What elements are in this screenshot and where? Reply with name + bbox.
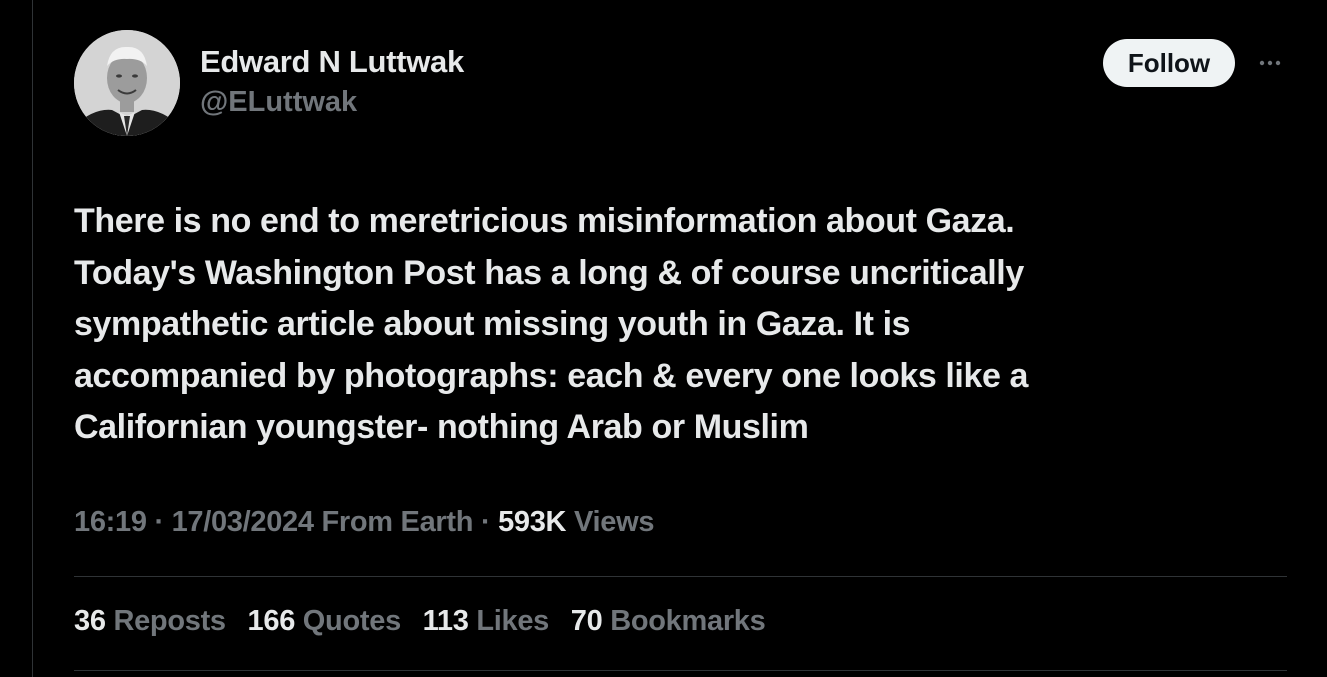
reposts-count: 36 xyxy=(74,605,106,637)
likes-count: 113 xyxy=(422,605,469,637)
bookmarks-count: 70 xyxy=(570,605,603,637)
more-horizontal-icon[interactable] xyxy=(1255,48,1285,78)
quotes-label: Quotes xyxy=(302,605,401,637)
author-info: Edward N Luttwak @ELuttwak xyxy=(200,44,464,119)
reposts-label: Reposts xyxy=(113,605,226,637)
divider xyxy=(74,576,1287,577)
quotes-stat[interactable]: 166 Quotes xyxy=(247,605,402,638)
tweet-source: From Earth xyxy=(321,506,474,538)
bookmarks-label: Bookmarks xyxy=(610,605,766,637)
quotes-count: 166 xyxy=(247,605,296,637)
reposts-stat[interactable]: 36 Reposts xyxy=(74,605,226,638)
likes-stat[interactable]: 113 Likes xyxy=(422,605,550,638)
tweet-text: There is no end to meretricious misinfor… xyxy=(74,202,1029,446)
views-label: Views xyxy=(573,506,655,538)
tweet-meta: 16:19 · 17/03/2024 From Earth · 593K Vie… xyxy=(74,506,654,539)
author-display-name[interactable]: Edward N Luttwak xyxy=(200,44,464,80)
avatar[interactable] xyxy=(74,30,180,136)
follow-button[interactable]: Follow xyxy=(1103,39,1235,87)
tweet-time[interactable]: 16:19 xyxy=(74,506,147,538)
tweet-date[interactable]: 17/03/2024 xyxy=(172,506,314,538)
divider xyxy=(74,670,1287,671)
timeline-border xyxy=(32,0,33,677)
meta-separator: · xyxy=(480,506,491,538)
author-handle[interactable]: @ELuttwak xyxy=(200,86,464,119)
likes-label: Likes xyxy=(476,605,549,637)
views-count: 593K xyxy=(498,506,567,538)
engagement-stats: 36 Reposts 166 Quotes 113 Likes 70 Bookm… xyxy=(74,605,779,638)
bookmarks-stat[interactable]: 70 Bookmarks xyxy=(571,605,766,638)
meta-separator: · xyxy=(154,506,164,538)
